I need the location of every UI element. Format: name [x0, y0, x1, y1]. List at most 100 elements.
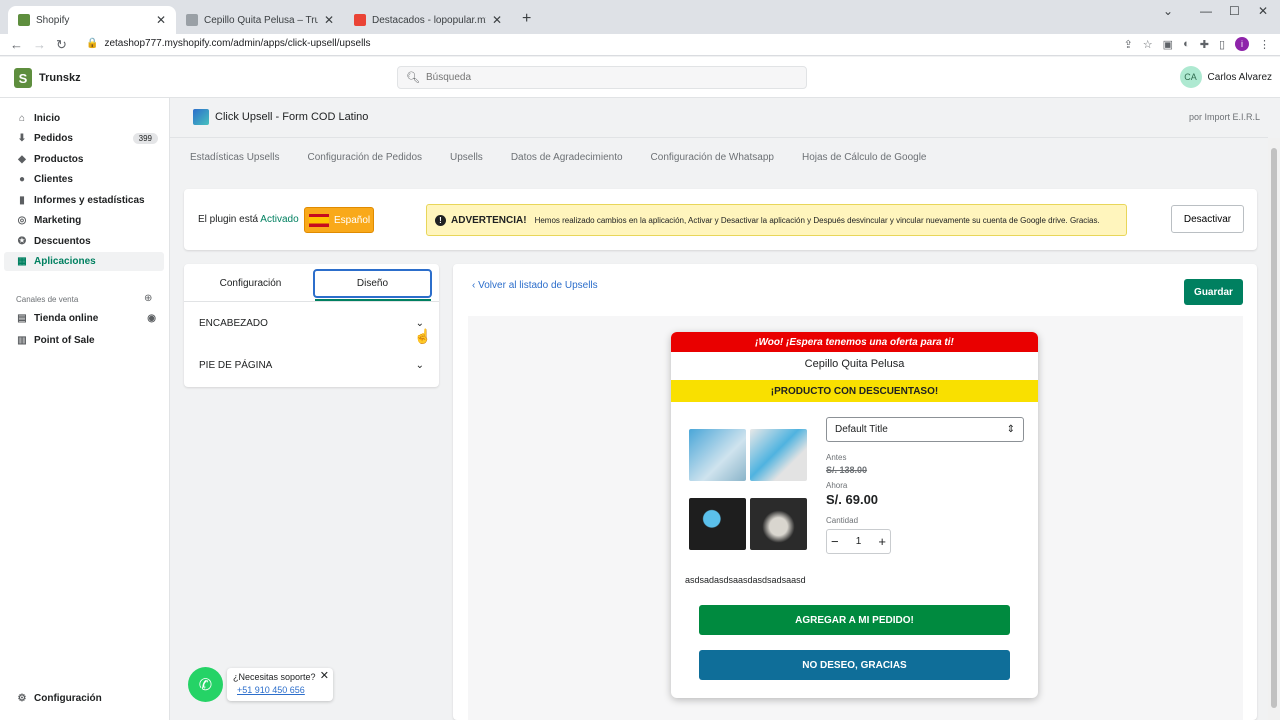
app-nav-tabs: Estadísticas Upsells Configuración de Pe…: [170, 139, 1268, 175]
tab-label: Cepillo Quita Pelusa – Trunskz: [204, 14, 318, 26]
tab-configuracion[interactable]: Configuración: [191, 269, 310, 298]
settings-panel: Configuración Diseño ENCABEZADO ⌄ PIE DE…: [184, 264, 439, 387]
sidebar-item-pedidos[interactable]: ⬇ Pedidos 399: [4, 129, 164, 148]
scrollbar[interactable]: [1268, 138, 1280, 720]
browser-tab-bar: Shopify ✕ Cepillo Quita Pelusa – Trunskz…: [0, 0, 1280, 34]
browser-toolbar: ⇪ ☆ ▣ ◐ ✚ ▯ i ⋮: [1124, 37, 1270, 51]
eye-icon[interactable]: ◉: [147, 313, 156, 324]
plus-icon[interactable]: +: [878, 534, 886, 549]
sidebar-item-label: Tienda online: [34, 313, 99, 324]
shopify-logo-icon[interactable]: S: [14, 68, 32, 88]
close-icon[interactable]: ✕: [324, 13, 334, 27]
popup-header: ¡Woo! ¡Espera tenemos una oferta para ti…: [671, 332, 1038, 352]
sidebar-item-descuentos[interactable]: ✪ Descuentos: [4, 232, 164, 251]
hand-cursor-icon: ☝: [414, 328, 432, 344]
extension-icon[interactable]: ▣: [1163, 38, 1173, 51]
sidebar-item-label: Point of Sale: [34, 335, 95, 346]
minimize-icon[interactable]: —: [1200, 4, 1212, 18]
pos-icon: ▥: [17, 335, 27, 346]
back-to-upsells-link[interactable]: ‹ Volver al listado de Upsells: [472, 280, 598, 291]
admin-top-bar: S Trunskz 🔍︎ CA Carlos Alvarez: [0, 57, 1280, 98]
language-label: Español: [334, 214, 371, 226]
discount-banner: ¡PRODUCTO CON DESCUENTASO!: [671, 380, 1038, 402]
search-box[interactable]: 🔍︎: [397, 66, 807, 89]
scrollbar-thumb[interactable]: [1271, 148, 1277, 708]
close-icon[interactable]: ✕: [156, 13, 166, 27]
person-icon: ●: [18, 174, 26, 185]
search-input[interactable]: [425, 72, 796, 83]
tab-whatsapp[interactable]: Configuración de Whatsapp: [651, 152, 774, 163]
close-icon[interactable]: ✕: [492, 13, 502, 27]
accordion-pie-de-pagina[interactable]: PIE DE PÁGINA ⌄: [199, 360, 424, 371]
sidebar-item-configuracion[interactable]: ⚙ Configuración: [4, 689, 164, 708]
sidebar-item-label: Informes y estadísticas: [34, 195, 145, 206]
deactivate-button[interactable]: Desactivar: [1171, 205, 1244, 233]
tab-estadisticas[interactable]: Estadísticas Upsells: [190, 152, 279, 163]
bookmark-star-icon[interactable]: ☆: [1143, 38, 1153, 51]
sidebar-item-productos[interactable]: ◆ Productos: [4, 150, 164, 169]
variant-value: Default Title: [835, 424, 888, 435]
sidebar-item-inicio[interactable]: ⌂ Inicio: [4, 109, 164, 128]
gmail-favicon-icon: [354, 14, 366, 26]
tab-configuracion-pedidos[interactable]: Configuración de Pedidos: [307, 152, 422, 163]
sidebar-item-label: Configuración: [34, 693, 102, 704]
app-header: Click Upsell - Form COD Latino por Impor…: [170, 98, 1268, 138]
decline-button[interactable]: NO DESEO, GRACIAS: [699, 650, 1010, 680]
product-image[interactable]: [689, 429, 746, 481]
reload-icon[interactable]: ↻: [56, 37, 67, 53]
puzzle-icon[interactable]: ✚: [1200, 38, 1209, 51]
share-icon[interactable]: ⇪: [1124, 38, 1133, 51]
product-name: Cepillo Quita Pelusa: [804, 358, 905, 370]
minus-icon[interactable]: −: [831, 534, 839, 549]
product-image[interactable]: [750, 429, 807, 481]
tab-upsells[interactable]: Upsells: [450, 152, 483, 163]
side-panel-icon[interactable]: ▯: [1219, 38, 1225, 51]
sidebar-item-label: Marketing: [34, 215, 82, 226]
accordion-encabezado[interactable]: ENCABEZADO ⌄: [199, 318, 424, 329]
sidebar-item-clientes[interactable]: ● Clientes: [4, 170, 164, 189]
product-image[interactable]: [689, 498, 746, 550]
warning-banner: ! ADVERTENCIA! Hemos realizado cambios e…: [426, 204, 1127, 236]
user-menu[interactable]: CA Carlos Alvarez: [1179, 66, 1272, 88]
support-question: ¿Necesitas soporte?: [233, 672, 316, 682]
maximize-icon[interactable]: ☐: [1229, 4, 1240, 18]
url-field[interactable]: 🔒 zetashop777.myshopify.com/admin/apps/cl…: [86, 38, 371, 49]
support-phone-link[interactable]: +51 910 450 656: [233, 685, 327, 695]
tab-diseno[interactable]: Diseño: [313, 269, 432, 298]
window-close-icon[interactable]: ✕: [1258, 4, 1268, 18]
tab-search-icon[interactable]: ⌄: [1163, 4, 1173, 18]
store-name[interactable]: Trunskz: [39, 72, 81, 84]
browser-tab-product[interactable]: Cepillo Quita Pelusa – Trunskz ✕: [176, 6, 344, 34]
quantity-stepper[interactable]: − 1 +: [826, 529, 891, 554]
sidebar-item-tienda-online[interactable]: ▤ Tienda online ◉: [4, 309, 164, 328]
new-tab-icon[interactable]: +: [522, 10, 531, 28]
back-arrow-icon[interactable]: ←: [10, 37, 23, 52]
tab-google-sheets[interactable]: Hojas de Cálculo de Google: [802, 152, 927, 163]
plugin-status: El plugin está Activado: [198, 214, 299, 225]
variant-select[interactable]: Default Title ⇕: [826, 417, 1024, 442]
sidebar-item-aplicaciones[interactable]: ▦ Aplicaciones: [4, 252, 164, 271]
sidebar-item-informes[interactable]: ▮ Informes y estadísticas: [4, 191, 164, 210]
sidebar-item-point-of-sale[interactable]: ▥ Point of Sale: [4, 331, 164, 350]
extension-icon[interactable]: ◐: [1183, 38, 1190, 50]
sales-channels-title: Canales de venta: [16, 295, 79, 304]
tab-agradecimiento[interactable]: Datos de Agradecimiento: [511, 152, 623, 163]
store-icon: ▤: [17, 313, 27, 324]
forward-arrow-icon[interactable]: →: [33, 37, 46, 52]
sidebar-item-marketing[interactable]: ◎ Marketing: [4, 211, 164, 230]
select-arrows-icon: ⇕: [1006, 424, 1015, 435]
menu-dots-icon[interactable]: ⋮: [1259, 38, 1270, 51]
close-icon[interactable]: ✕: [320, 669, 329, 682]
lock-icon: 🔒: [86, 38, 99, 49]
browser-tab-gmail[interactable]: Destacados - lopopular.mx@gm... ✕: [344, 6, 512, 34]
now-label: Ahora: [826, 481, 848, 490]
browser-tab-shopify[interactable]: Shopify ✕: [8, 6, 176, 34]
language-button[interactable]: Español: [304, 207, 374, 233]
plugin-status-card: El plugin está Activado Español ! ADVERT…: [184, 189, 1257, 250]
add-to-order-button[interactable]: AGREGAR A MI PEDIDO!: [699, 605, 1010, 635]
add-channel-icon[interactable]: ⊕: [144, 293, 152, 304]
product-image[interactable]: [750, 498, 807, 550]
whatsapp-icon[interactable]: ✆: [188, 667, 223, 702]
profile-avatar-icon[interactable]: i: [1235, 37, 1249, 51]
save-button[interactable]: Guardar: [1184, 279, 1243, 305]
